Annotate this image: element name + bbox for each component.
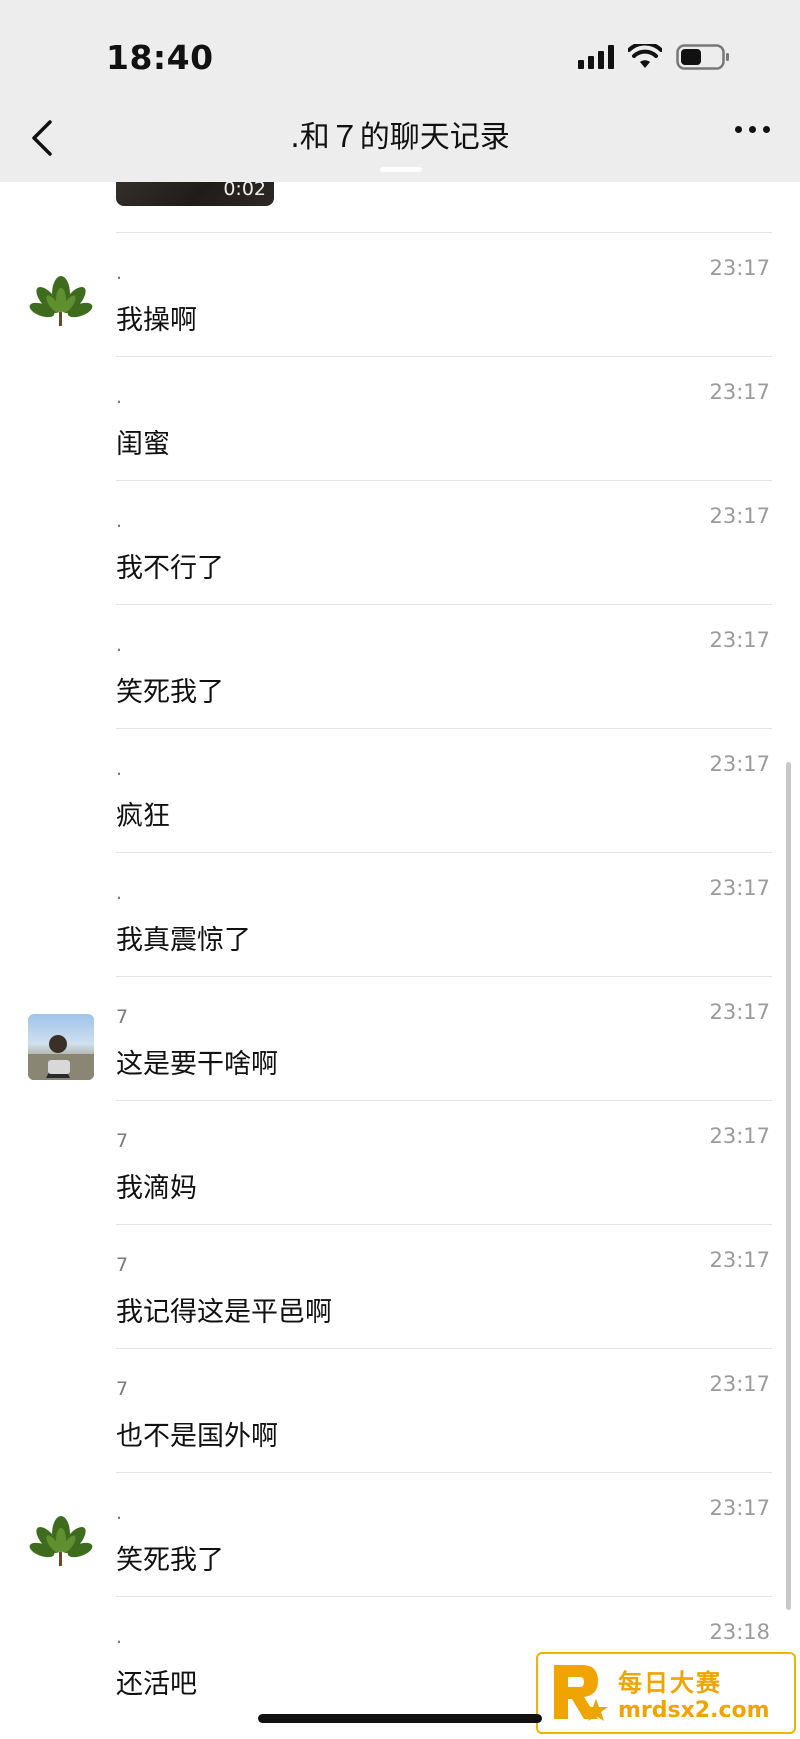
message-text: 笑死我了 bbox=[116, 677, 224, 708]
list-item[interactable]: . 23:17 我不行了 bbox=[0, 490, 800, 612]
message-time: 23:17 bbox=[709, 752, 770, 776]
divider bbox=[116, 728, 772, 729]
watermark: 每日大赛 mrdsx2.com bbox=[536, 1652, 796, 1734]
leaf-avatar-icon bbox=[29, 1516, 93, 1566]
sender-name: . bbox=[116, 386, 123, 408]
divider bbox=[116, 604, 772, 605]
divider bbox=[116, 480, 772, 481]
message-time: 23:17 bbox=[709, 1248, 770, 1272]
scrollbar[interactable] bbox=[786, 762, 791, 1610]
signal-icon bbox=[578, 45, 614, 69]
message-text: 我操啊 bbox=[116, 305, 197, 336]
sender-name: 7 bbox=[116, 1254, 129, 1276]
sender-name: . bbox=[116, 758, 123, 780]
divider bbox=[116, 232, 772, 233]
list-item[interactable]: . 23:17 疯狂 bbox=[0, 738, 800, 860]
divider bbox=[116, 852, 772, 853]
message-text: 这是要干啥啊 bbox=[116, 1049, 278, 1080]
more-dot bbox=[735, 126, 742, 133]
status-time: 18:40 bbox=[106, 38, 214, 77]
message-text: 还活吧 bbox=[116, 1669, 197, 1700]
leaf-avatar-icon bbox=[29, 276, 93, 326]
sender-name: . bbox=[116, 262, 123, 284]
message-text: 我真震惊了 bbox=[116, 925, 251, 956]
page-title: .和７的聊天记录 bbox=[290, 120, 510, 155]
battery-icon bbox=[676, 44, 730, 70]
avatar[interactable] bbox=[28, 270, 94, 336]
list-item[interactable]: . 23:17 笑死我了 bbox=[0, 1482, 800, 1604]
pull-handle bbox=[380, 167, 422, 172]
message-time: 23:17 bbox=[709, 1124, 770, 1148]
message-time: 23:17 bbox=[709, 1000, 770, 1024]
message-text: 我记得这是平邑啊 bbox=[116, 1297, 332, 1328]
avatar[interactable] bbox=[28, 1014, 94, 1080]
message-time: 23:17 bbox=[709, 1372, 770, 1396]
list-item[interactable]: 7 23:17 我记得这是平邑啊 bbox=[0, 1234, 800, 1356]
divider bbox=[116, 356, 772, 357]
avatar[interactable] bbox=[28, 1510, 94, 1576]
divider bbox=[116, 976, 772, 977]
more-options-button[interactable] bbox=[735, 126, 770, 133]
message-time: 23:18 bbox=[709, 1620, 770, 1644]
list-item[interactable]: . 23:17 我真震惊了 bbox=[0, 862, 800, 984]
list-item[interactable]: 7 23:17 这是要干啥啊 bbox=[0, 986, 800, 1108]
list-item[interactable]: 7 23:17 也不是国外啊 bbox=[0, 1358, 800, 1480]
message-text: 我不行了 bbox=[116, 553, 224, 584]
sender-name: . bbox=[116, 1626, 123, 1648]
home-indicator bbox=[258, 1714, 542, 1723]
message-time: 23:17 bbox=[709, 380, 770, 404]
person-photo-icon bbox=[28, 1035, 94, 1080]
divider bbox=[116, 1224, 772, 1225]
divider bbox=[116, 1596, 772, 1597]
sender-name: . bbox=[116, 510, 123, 532]
list-item[interactable]: 7 23:17 我滴妈 bbox=[0, 1110, 800, 1232]
sender-name: 7 bbox=[116, 1378, 129, 1400]
message-text: 闺蜜 bbox=[116, 429, 170, 460]
message-time: 23:17 bbox=[709, 1496, 770, 1520]
sender-name: . bbox=[116, 1502, 123, 1524]
wifi-icon bbox=[628, 44, 662, 70]
list-item[interactable]: . 23:17 我操啊 bbox=[0, 242, 800, 364]
sender-name: 7 bbox=[116, 1130, 129, 1152]
message-time: 23:17 bbox=[709, 256, 770, 280]
message-text: 疯狂 bbox=[116, 801, 170, 832]
sender-name: 7 bbox=[116, 1006, 129, 1028]
sender-name: . bbox=[116, 882, 123, 904]
watermark-title: 每日大赛 bbox=[618, 1669, 722, 1697]
list-item[interactable]: . 23:17 闺蜜 bbox=[0, 366, 800, 488]
divider bbox=[116, 1100, 772, 1101]
status-icons bbox=[578, 44, 730, 70]
divider bbox=[116, 1472, 772, 1473]
message-text: 笑死我了 bbox=[116, 1545, 224, 1576]
message-time: 23:17 bbox=[709, 504, 770, 528]
message-time: 23:17 bbox=[709, 876, 770, 900]
divider bbox=[116, 1348, 772, 1349]
message-text: 我滴妈 bbox=[116, 1173, 197, 1204]
more-dot bbox=[763, 126, 770, 133]
watermark-url: mrdsx2.com bbox=[618, 1698, 770, 1723]
more-dot bbox=[749, 126, 756, 133]
watermark-text: 每日大赛 mrdsx2.com bbox=[618, 1663, 770, 1723]
message-text: 也不是国外啊 bbox=[116, 1421, 278, 1452]
top-bar: 18:40 .和７的聊天记录 bbox=[0, 0, 800, 182]
sender-name: . bbox=[116, 634, 123, 656]
message-time: 23:17 bbox=[709, 628, 770, 652]
watermark-logo-icon bbox=[554, 1665, 608, 1721]
list-item[interactable]: . 23:17 笑死我了 bbox=[0, 614, 800, 736]
